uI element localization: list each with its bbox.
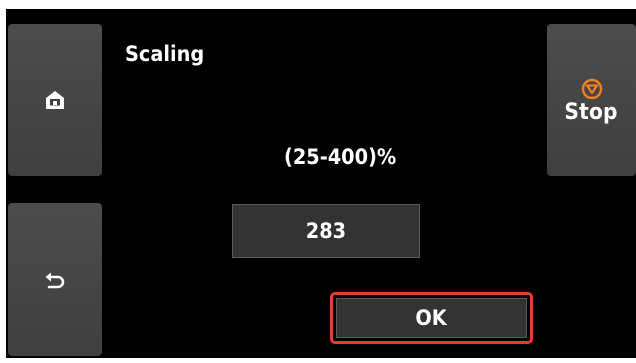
ok-label: OK	[415, 306, 448, 330]
stop-label: Stop	[564, 99, 619, 125]
range-label: (25-400)%	[284, 145, 397, 169]
page-title: Scaling	[125, 42, 205, 66]
stop-button[interactable]: Stop	[547, 24, 636, 176]
back-arrow-icon	[45, 272, 65, 288]
home-button[interactable]	[8, 24, 102, 176]
stop-icon	[581, 78, 602, 99]
ok-button-focus-outline: OK	[330, 292, 533, 344]
scaling-value: 283	[305, 219, 347, 243]
ok-button[interactable]: OK	[336, 298, 527, 338]
scaling-value-field[interactable]: 283	[232, 204, 420, 258]
home-icon	[46, 91, 64, 109]
back-button[interactable]	[8, 203, 102, 356]
screen: Stop Scaling (25-400)% 283 OK	[0, 0, 636, 363]
